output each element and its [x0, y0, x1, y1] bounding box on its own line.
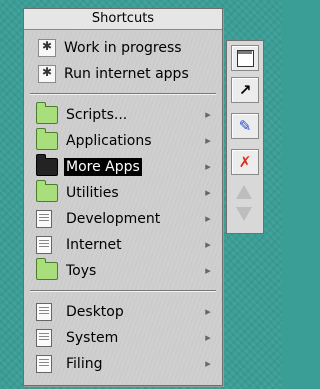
window-icon[interactable]: [231, 45, 259, 71]
submenu-arrow-icon: ▸: [205, 305, 211, 318]
menu-title[interactable]: Shortcuts: [24, 9, 222, 30]
menu-item-desktop[interactable]: Desktop ▸: [36, 300, 214, 324]
menu-item-label: Internet: [66, 237, 122, 253]
menu-item-internet[interactable]: Internet ▸: [36, 233, 214, 257]
folder-icon: [36, 102, 58, 124]
menu-item-applications[interactable]: Applications ▸: [36, 128, 214, 153]
folder-icon: [36, 258, 58, 280]
menu-item-label: Utilities: [66, 185, 119, 201]
scroll-down-icon[interactable]: [236, 207, 252, 221]
submenu-arrow-icon: ▸: [205, 186, 211, 199]
menu-item-toys[interactable]: Toys ▸: [36, 258, 214, 283]
pencil-icon[interactable]: ✎: [231, 113, 259, 139]
folder-open-icon: [36, 154, 58, 176]
document-icon: [36, 303, 52, 321]
close-icon[interactable]: ✗: [231, 149, 259, 175]
menu-item-label: More Apps: [64, 158, 142, 176]
submenu-arrow-icon: ▸: [205, 108, 211, 121]
app-star-icon: [38, 65, 56, 83]
menu-item-scripts[interactable]: Scripts... ▸: [36, 102, 214, 127]
scroll-up-icon[interactable]: [236, 185, 252, 199]
menu-separator: [30, 290, 216, 292]
menu-separator: [30, 93, 216, 95]
back-arrow-icon[interactable]: ↗: [231, 77, 259, 103]
submenu-arrow-icon: ▸: [205, 134, 211, 147]
app-star-icon: [38, 39, 56, 57]
submenu-arrow-icon: ▸: [205, 212, 211, 225]
menu-item-more-apps[interactable]: More Apps ▸: [36, 154, 214, 179]
submenu-arrow-icon: ▸: [205, 357, 211, 370]
submenu-arrow-icon: ▸: [205, 264, 211, 277]
submenu-arrow-icon: ▸: [205, 160, 211, 173]
document-icon: [36, 210, 52, 228]
menu-item-label: System: [66, 330, 119, 346]
folder-icon: [36, 180, 58, 202]
menu-item-work-in-progress[interactable]: Work in progress: [36, 36, 214, 60]
submenu-arrow-icon: ▸: [205, 238, 211, 251]
menu-item-label: Toys: [66, 263, 97, 279]
document-icon: [36, 329, 52, 347]
menu-item-filing[interactable]: Filing ▸: [36, 352, 214, 376]
folder-icon: [36, 128, 58, 150]
menu-item-label: Work in progress: [64, 40, 182, 56]
menu-item-label: Filing: [66, 356, 103, 372]
menu-item-label: Run internet apps: [64, 66, 189, 82]
menu-item-label: Desktop: [66, 304, 124, 320]
menu-item-label: Applications: [66, 133, 152, 149]
menu-item-label: Development: [66, 211, 161, 227]
document-icon: [36, 236, 52, 254]
menu-item-system[interactable]: System ▸: [36, 326, 214, 350]
menu-item-development[interactable]: Development ▸: [36, 207, 214, 231]
menu-item-label: Scripts...: [66, 107, 128, 123]
document-icon: [36, 355, 52, 373]
menu-item-utilities[interactable]: Utilities ▸: [36, 180, 214, 205]
submenu-arrow-icon: ▸: [205, 331, 211, 344]
window-toolbar: ↗ ✎ ✗: [226, 40, 264, 234]
menu-item-run-internet-apps[interactable]: Run internet apps: [36, 62, 214, 86]
shortcuts-menu: Shortcuts Work in progress Run internet …: [23, 8, 223, 386]
